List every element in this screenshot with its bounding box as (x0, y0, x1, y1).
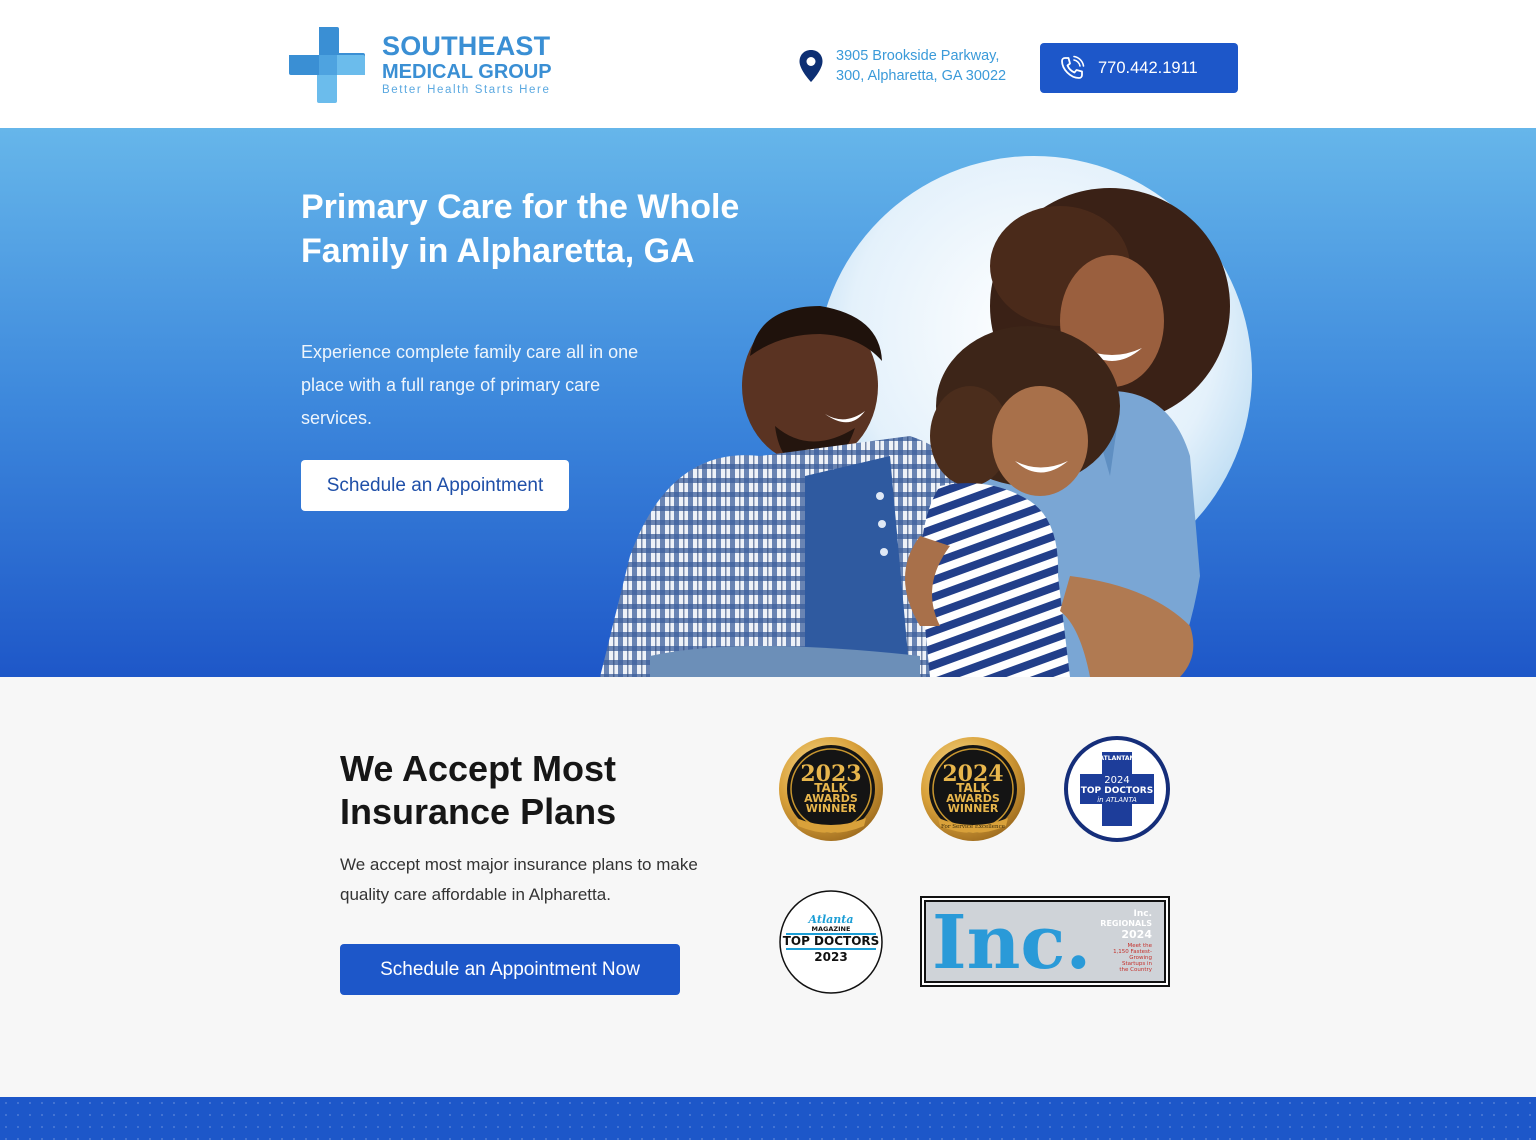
badge-brand: ATLANTAN (1099, 755, 1134, 762)
badge-line: Inc. (1133, 909, 1152, 919)
badge-year: 2024 (1121, 928, 1152, 941)
insurance-title: We Accept Most Insurance Plans (340, 748, 617, 832)
hero-section: Primary Care for the Whole Family in Alp… (0, 128, 1536, 677)
phone-number: 770.442.1911 (1098, 59, 1198, 77)
insurance-description: We accept most major insurance plans to … (340, 855, 698, 904)
badge-line: REGIONALS (1100, 919, 1152, 928)
atlantan-top-doctors-2024-badge: ATLANTAN 2024 TOP DOCTORS in ATLANTA (1064, 736, 1170, 842)
phone-button[interactable]: 770.442.1911 (1040, 43, 1238, 93)
schedule-appointment-now-button[interactable]: Schedule an Appointment Now (340, 944, 680, 995)
site-logo[interactable]: SOUTHEAST MEDICAL GROUP Better Health St… (289, 27, 589, 103)
phone-icon (1061, 55, 1085, 79)
address-line-1: 3905 Brookside Parkway, (836, 48, 1000, 64)
logo-subtitle: MEDICAL GROUP (382, 61, 552, 83)
badge-line: the Country (1119, 967, 1152, 973)
talk-awards-2023-badge: 2023 TALK AWARDS WINNER (779, 737, 883, 841)
schedule-appointment-button[interactable]: Schedule an Appointment (301, 460, 569, 511)
site-header: SOUTHEAST MEDICAL GROUP Better Health St… (0, 0, 1536, 128)
badge-line: TOP DOCTORS (783, 934, 880, 948)
badge-ribbon: For Service Excellence (941, 824, 1005, 830)
badge-line: WINNER (806, 802, 857, 815)
badge-line: TOP DOCTORS (1081, 786, 1153, 796)
address-text: 3905 Brookside Parkway, 300, Alpharetta,… (836, 46, 1006, 86)
footer-band (0, 1097, 1536, 1140)
inc-logo-text: Inc. (932, 900, 1091, 986)
family-photo (600, 156, 1252, 677)
atlanta-magazine-top-doctors-2023-badge: Atlanta MAGAZINE TOP DOCTORS 2023 (779, 890, 883, 994)
logo-tagline: Better Health Starts Here (382, 84, 551, 96)
medical-cross-logo-icon (289, 27, 365, 103)
badge-line: MAGAZINE (812, 925, 851, 933)
map-pin-icon (799, 50, 823, 82)
badge-year: 2024 (1104, 775, 1129, 786)
inc-regionals-2024-badge: Inc. Inc. REGIONALS 2024 Meet the 1,150 … (920, 896, 1170, 987)
badge-line: WINNER (948, 802, 999, 815)
talk-awards-2024-badge: 2024 TALK AWARDS WINNER For Service Exce… (921, 737, 1025, 841)
logo-title: SOUTHEAST (382, 31, 551, 61)
badge-year: 2023 (814, 950, 847, 964)
insurance-section: We Accept Most Insurance Plans We accept… (0, 677, 1536, 1097)
badge-line: in ATLANTA (1097, 796, 1137, 804)
address-line-2: 300, Alpharetta, GA 30022 (836, 68, 1007, 84)
address-block[interactable]: 3905 Brookside Parkway, 300, Alpharetta,… (798, 46, 1038, 90)
